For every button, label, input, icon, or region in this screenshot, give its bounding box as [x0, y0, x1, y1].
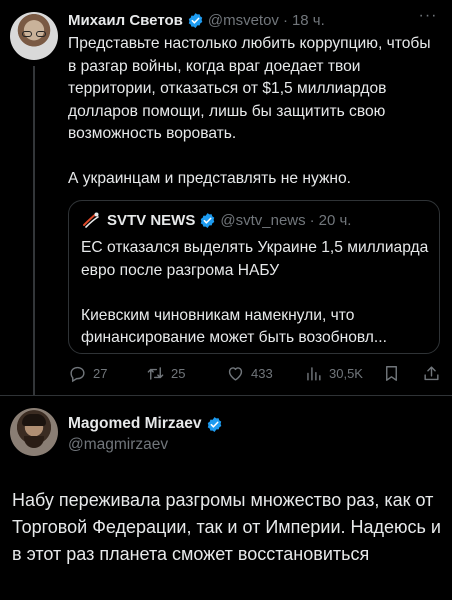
reply-text: Набу переживала разгромы множество раз, … [12, 490, 441, 564]
like-count: 433 [251, 365, 273, 381]
tweet-paragraph: Представьте настолько любить коррупцию, … [68, 35, 431, 142]
retweet-icon [147, 366, 164, 380]
author-avatar[interactable] [10, 12, 58, 60]
quoted-tweet[interactable]: SVTV NEWS @svtv_news · 20 ч. ЕС отказалс… [68, 200, 440, 354]
reply-icon [70, 366, 85, 382]
tweet-divider [0, 395, 452, 396]
verified-badge-icon [201, 212, 215, 228]
quoted-author-name[interactable]: SVTV NEWS [107, 212, 195, 229]
tweet-actions: 27 25 433 30,5K [68, 362, 444, 384]
separator-dot: · [309, 211, 315, 229]
reply-header: Magomed Mirzaev [68, 413, 227, 435]
thread-line [33, 66, 35, 396]
bookmark-icon [386, 365, 397, 381]
quoted-paragraph: ЕС отказался выделять Украине 1,5 миллиа… [81, 239, 429, 279]
share-button[interactable] [422, 362, 447, 384]
author-handle[interactable]: @msvetov [208, 12, 279, 29]
quoted-tweet-header: SVTV NEWS @svtv_news · 20 ч. [81, 209, 351, 231]
avatar-beard [24, 436, 44, 448]
tweet-timestamp[interactable]: 18 ч. [292, 12, 325, 29]
quoted-author-handle[interactable]: @svtv_news [220, 212, 305, 229]
tweet[interactable]: Михаил Светов @msvetov · 18 ч. ··· Предс… [0, 0, 452, 396]
reply-author-handle[interactable]: @magmirzaev [68, 436, 168, 454]
reply-author-name[interactable]: Magomed Mirzaev [68, 415, 202, 433]
quoted-timestamp[interactable]: 20 ч. [319, 212, 352, 229]
verified-badge-icon [188, 12, 203, 28]
satellite-logo-icon [83, 212, 99, 228]
like-button[interactable]: 433 [226, 362, 273, 384]
quoted-tweet-text: ЕС отказался выделять Украине 1,5 миллиа… [81, 237, 431, 350]
tweet-header: Михаил Светов @msvetov · 18 ч. [68, 9, 325, 31]
bookmark-button[interactable] [382, 362, 407, 384]
views-button[interactable]: 30,5K [304, 362, 363, 384]
like-icon [228, 366, 243, 381]
avatar-hair [22, 414, 46, 426]
tweet-text: Представьте настолько любить коррупцию, … [68, 33, 440, 191]
quoted-paragraph: Киевским чиновникам намекнули, что финан… [81, 306, 387, 347]
more-icon[interactable]: ··· [416, 8, 440, 29]
retweet-button[interactable]: 25 [146, 362, 185, 384]
share-icon [424, 365, 439, 380]
reply-count: 27 [93, 365, 108, 381]
reply-button[interactable]: 27 [68, 362, 107, 384]
retweet-count: 25 [171, 365, 186, 381]
views-count: 30,5K [329, 365, 363, 381]
author-name[interactable]: Михаил Светов [68, 12, 183, 29]
avatar-glasses [22, 31, 46, 37]
reply-author-avatar[interactable] [10, 408, 58, 456]
views-icon [307, 366, 321, 381]
tweet-paragraph: А украинцам и представлять не нужно. [68, 170, 352, 187]
separator-dot: · [282, 11, 288, 29]
verified-badge-icon [207, 416, 221, 432]
